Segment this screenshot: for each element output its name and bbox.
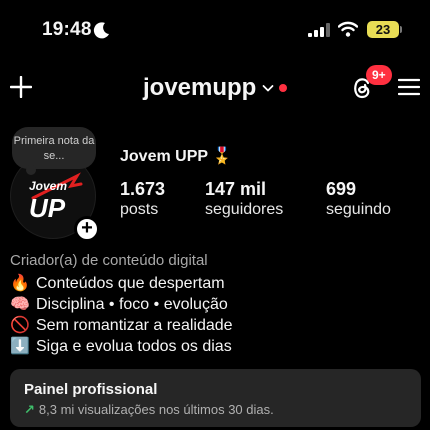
bio-text: Sem romantizar a realidade xyxy=(36,317,233,334)
bio-line: 🚫 Sem romantizar a realidade xyxy=(10,315,233,335)
professional-dashboard-card[interactable]: Painel profissional ↗ 8,3 mi visualizaçõe… xyxy=(10,369,421,427)
create-plus-icon[interactable] xyxy=(10,76,32,98)
stat-followers[interactable]: 147 mil seguidores xyxy=(205,178,283,220)
hamburger-menu-icon[interactable] xyxy=(398,78,420,96)
profile-category: Criador(a) de conteúdo digital xyxy=(10,252,208,269)
fire-emoji-icon: 🔥 xyxy=(10,275,30,292)
stat-following[interactable]: 699 seguindo xyxy=(326,178,391,220)
note-bubble-tail xyxy=(26,165,36,175)
medal-emoji: 🎖️ xyxy=(212,148,233,165)
profile-username[interactable]: jovemupp xyxy=(143,74,256,102)
account-switch-dot xyxy=(279,84,287,92)
down-arrow-emoji-icon: ⬇️ xyxy=(10,338,30,355)
views-summary: 8,3 mi visualizações nos últimos 30 dias… xyxy=(38,402,274,417)
avatar-brand-main: UP xyxy=(29,193,66,223)
battery-indicator: 23 xyxy=(367,21,399,38)
status-time: 19:48 xyxy=(42,19,92,40)
prohibited-emoji-icon: 🚫 xyxy=(10,317,30,334)
add-story-button[interactable]: + xyxy=(74,216,100,242)
stat-following-label: seguindo xyxy=(326,201,391,218)
bio-line: 🔥 Conteúdos que despertam xyxy=(10,273,225,293)
stat-posts-value: 1.673 xyxy=(120,179,166,199)
stat-posts-label: posts xyxy=(120,201,159,218)
professional-dashboard-subtitle: ↗ 8,3 mi visualizações nos últimos 30 dia… xyxy=(24,402,274,418)
bio-text: Conteúdos que despertam xyxy=(36,275,225,292)
avatar-brand-small: Jovem xyxy=(29,179,67,193)
display-name-text: Jovem UPP xyxy=(120,148,208,165)
display-name: Jovem UPP 🎖️ xyxy=(120,146,232,166)
stat-followers-label: seguidores xyxy=(205,201,284,218)
professional-dashboard-title: Painel profissional xyxy=(24,381,158,398)
bio-line: 🧠 Disciplina • foco • evolução xyxy=(10,294,228,314)
brain-emoji-icon: 🧠 xyxy=(10,296,30,313)
notification-badge: 9+ xyxy=(366,65,392,85)
bio-text: Disciplina • foco • evolução xyxy=(36,296,228,313)
chevron-down-icon[interactable] xyxy=(262,84,274,93)
stat-posts[interactable]: 1.673 posts xyxy=(120,178,165,220)
stat-following-value: 699 xyxy=(326,179,357,199)
cellular-signal-icon xyxy=(308,23,330,37)
stat-followers-value: 147 mil xyxy=(205,179,267,199)
profile-note-bubble[interactable]: Primeira nota da se... xyxy=(12,127,96,169)
bio-line: ⬇️ Siga e evolua todos os dias xyxy=(10,336,232,356)
wifi-icon xyxy=(338,21,358,37)
trend-up-icon: ↗ xyxy=(24,402,35,417)
moon-icon xyxy=(93,22,109,39)
battery-tip xyxy=(400,26,402,33)
bio-text: Siga e evolua todos os dias xyxy=(36,338,232,355)
